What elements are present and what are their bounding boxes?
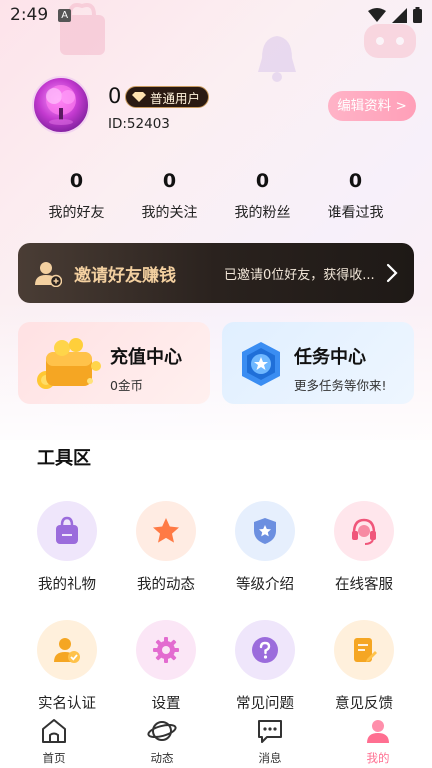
tab-label: 消息	[258, 751, 282, 765]
stat-label: 我的关注	[141, 205, 198, 221]
bottom-tab-bar: 首页 动态 消息 我的	[0, 712, 432, 768]
tool-label: 设置	[151, 696, 181, 712]
stat-value: 0	[162, 170, 177, 192]
gift-bag-icon	[56, 516, 78, 544]
stat-friends[interactable]: 0 我的好友	[30, 168, 123, 222]
level-shield-icon	[254, 518, 276, 544]
tool-icon-bg	[334, 501, 394, 561]
battery-icon	[413, 7, 422, 23]
tool-label: 我的动态	[137, 577, 195, 593]
tool-icon-bg	[136, 501, 196, 561]
level-badge-label: 普通用户	[150, 90, 201, 106]
tool-label: 在线客服	[335, 577, 393, 593]
invite-subtitle: 已邀请0位好友，获得收...	[224, 268, 375, 283]
task-badge-icon	[242, 342, 280, 386]
tool-real-name-auth[interactable]: 实名认证	[22, 620, 112, 713]
task-subtitle: 更多任务等你来!	[294, 378, 387, 393]
headset-icon	[352, 518, 376, 545]
tool-my-posts[interactable]: 我的动态	[121, 501, 211, 594]
tab-label: 我的	[366, 751, 390, 765]
notification-icon: A	[58, 8, 72, 22]
tool-my-gifts[interactable]: 我的礼物	[22, 501, 112, 594]
tab-mine[interactable]: 我的	[343, 716, 413, 766]
stat-label: 谁看过我	[327, 205, 384, 221]
tab-home[interactable]: 首页	[19, 716, 89, 766]
chevron-right-icon	[386, 263, 398, 283]
verified-user-icon	[54, 638, 80, 663]
recharge-title: 充值中心	[110, 347, 182, 368]
tab-moments[interactable]: 动态	[127, 716, 197, 766]
avatar[interactable]	[32, 76, 90, 134]
stat-label: 我的好友	[48, 205, 105, 221]
tool-icon-bg	[334, 620, 394, 680]
task-center-card[interactable]: 任务中心 更多任务等你来!	[222, 322, 414, 404]
gear-icon	[153, 637, 179, 663]
question-icon	[252, 637, 278, 663]
user-id: ID:52403	[108, 116, 170, 132]
diamond-icon	[132, 92, 146, 102]
tab-label: 动态	[150, 751, 174, 765]
tool-level-intro[interactable]: 等级介绍	[220, 501, 310, 594]
tool-label: 意见反馈	[335, 696, 393, 712]
stat-followers[interactable]: 0 我的粉丝	[216, 168, 309, 222]
nickname: 0	[108, 84, 122, 108]
star-icon	[153, 518, 179, 543]
message-icon	[258, 720, 282, 743]
tool-faq[interactable]: 常见问题	[220, 620, 310, 713]
stat-label: 我的粉丝	[234, 205, 291, 221]
tool-icon-bg	[37, 620, 97, 680]
stat-visitors[interactable]: 0 谁看过我	[309, 168, 402, 222]
tool-label: 常见问题	[236, 696, 294, 712]
tool-icon-bg	[235, 501, 295, 561]
recharge-center-card[interactable]: 充值中心 0金币	[18, 322, 210, 404]
invite-title: 邀请好友赚钱	[74, 266, 176, 286]
status-bar: 2:49 A	[0, 0, 432, 30]
recharge-coin-balance: 0金币	[110, 378, 143, 393]
status-time: 2:49	[10, 5, 49, 25]
level-badge: 普通用户	[125, 86, 210, 108]
task-title: 任务中心	[294, 347, 366, 368]
tool-label: 实名认证	[38, 696, 96, 712]
person-icon	[367, 720, 389, 743]
stat-value: 0	[255, 170, 270, 192]
tool-label: 等级介绍	[236, 577, 294, 593]
wifi-icon	[368, 7, 386, 22]
invite-banner[interactable]: 邀请好友赚钱 已邀请0位好友，获得收...	[18, 243, 414, 303]
tool-icon-bg	[136, 620, 196, 680]
edit-profile-button[interactable]: 编辑资料 >	[328, 91, 416, 121]
tool-icon-bg	[37, 501, 97, 561]
tool-icon-bg	[235, 620, 295, 680]
planet-icon	[147, 721, 177, 741]
tool-label: 我的礼物	[38, 577, 96, 593]
tool-feedback[interactable]: 意见反馈	[319, 620, 409, 713]
tool-customer-service[interactable]: 在线客服	[319, 501, 409, 594]
wallet-coins-icon	[37, 338, 101, 389]
stat-value: 0	[348, 170, 363, 192]
avatar-tree-icon	[46, 85, 76, 125]
tools-section-title: 工具区	[37, 448, 91, 469]
tab-messages[interactable]: 消息	[235, 716, 305, 766]
stat-following[interactable]: 0 我的关注	[123, 168, 216, 222]
decorative-bell-icon	[258, 36, 296, 82]
tool-settings[interactable]: 设置	[121, 620, 211, 713]
stat-value: 0	[69, 170, 84, 192]
tab-label: 首页	[42, 751, 66, 765]
home-icon	[42, 719, 66, 743]
add-friend-icon	[35, 262, 62, 287]
signal-icon	[392, 7, 407, 23]
feedback-note-icon	[354, 638, 377, 662]
